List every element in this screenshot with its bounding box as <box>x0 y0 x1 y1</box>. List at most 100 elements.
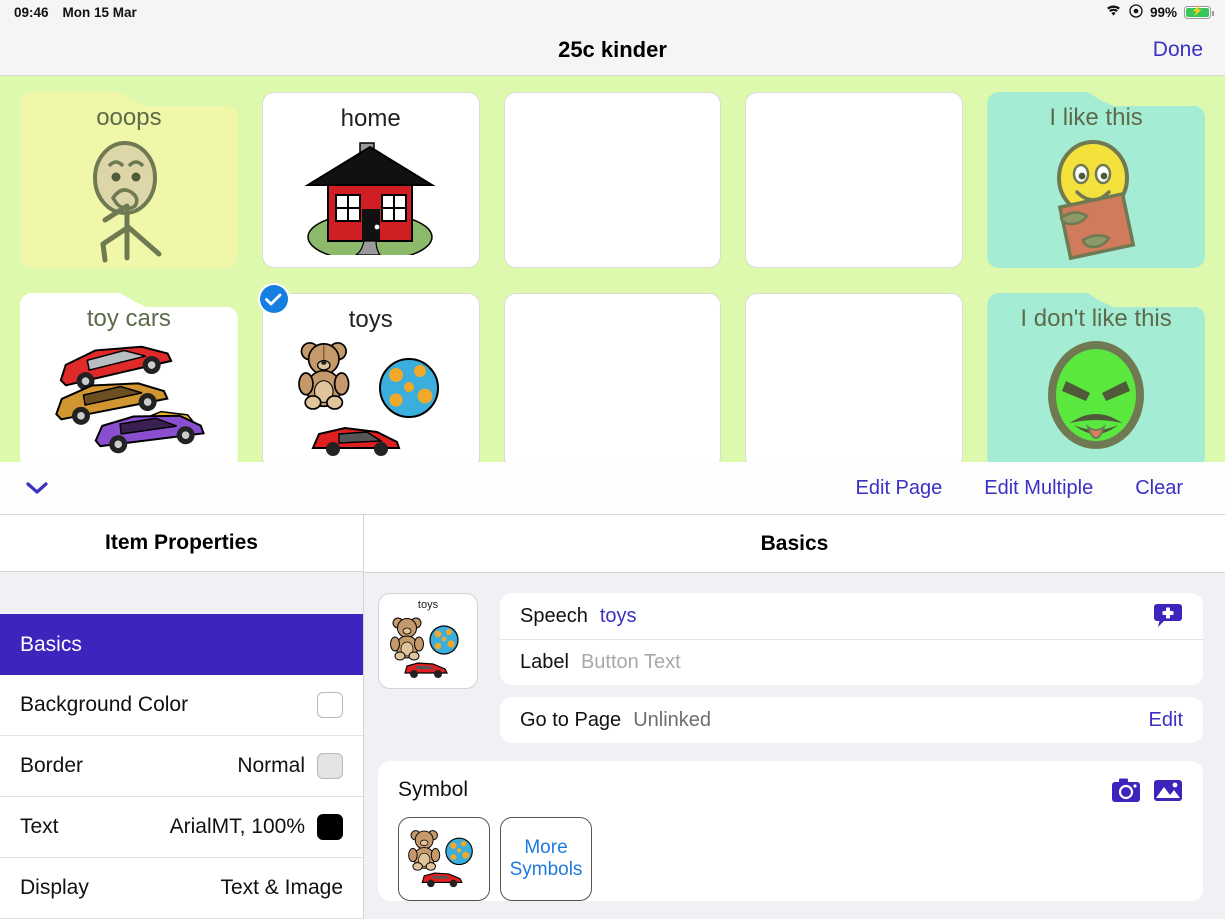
status-date: Mon 15 Mar <box>62 4 137 20</box>
wifi-icon <box>1105 4 1122 20</box>
label-key: Label <box>520 651 569 673</box>
board-cell-wrapper: ooops <box>8 84 250 285</box>
chevron-down-icon[interactable] <box>20 476 54 500</box>
basics-header: Basics <box>364 515 1225 573</box>
go-to-page-edit-button[interactable]: Edit <box>1149 709 1183 732</box>
speech-value[interactable]: toys <box>600 605 637 628</box>
more-symbols-label: More Symbols <box>509 837 583 880</box>
house-icon <box>263 131 479 267</box>
speech-row[interactable]: Speech toys <box>500 593 1203 639</box>
status-bar-left: 09:46 Mon 15 Mar <box>14 5 137 20</box>
speech-bubble-plus-icon[interactable] <box>1153 602 1183 630</box>
location-icon <box>1129 3 1143 21</box>
three-toy-cars-icon <box>20 331 238 462</box>
selected-check-icon[interactable] <box>259 285 288 313</box>
board-cell-wrapper <box>733 285 975 462</box>
basics-title: Basics <box>760 531 829 555</box>
board-cell-label: I like this <box>1049 104 1143 131</box>
color-swatch[interactable] <box>317 692 343 718</box>
property-value <box>317 692 343 718</box>
board-cell-wrapper <box>492 84 734 285</box>
board-cell-wrapper: home <box>250 84 492 285</box>
battery-charging-icon: ⚡ <box>1184 5 1214 19</box>
board-cell-wrapper: toy cars <box>8 285 250 462</box>
property-row-display[interactable]: Display Text & Image <box>0 858 363 919</box>
go-to-page-value: Unlinked <box>633 708 712 731</box>
board-cell-label: toy cars <box>86 305 171 332</box>
photo-library-icon[interactable] <box>1153 777 1183 803</box>
angry-face-icon <box>987 331 1205 462</box>
status-time: 09:46 <box>14 4 49 20</box>
clear-button[interactable]: Clear <box>1135 477 1183 500</box>
property-value-text: ArialMT, 100% <box>169 815 305 838</box>
person-covering-mouth-icon <box>20 130 238 268</box>
item-properties-title: Item Properties <box>105 531 258 555</box>
board-cell-toy-cars[interactable]: toy cars <box>20 293 238 462</box>
property-label: Basics <box>20 632 82 656</box>
go-to-page-row[interactable]: Go to Page Unlinked Edit <box>500 697 1203 743</box>
board-cell-empty[interactable] <box>745 293 964 462</box>
go-to-page-key: Go to Page <box>520 708 622 731</box>
done-button[interactable]: Done <box>1153 38 1203 62</box>
board-grid: ooops home I like this toy cars toys I d… <box>0 76 1225 462</box>
basics-top-row: toys Speech toys Label Button Text Go to… <box>378 593 1203 743</box>
board-cell-home[interactable]: home <box>261 92 480 268</box>
board-cell-empty[interactable] <box>503 92 722 268</box>
board-cell-wrapper: I don't like this <box>975 285 1217 462</box>
happy-face-card-icon <box>987 130 1205 268</box>
property-row-border[interactable]: Border Normal <box>0 736 363 797</box>
basics-body: toys Speech toys Label Button Text Go to… <box>364 573 1225 919</box>
property-value: Text & Image <box>220 876 343 900</box>
symbol-current-choice[interactable] <box>398 817 490 901</box>
property-value: Normal <box>237 753 343 779</box>
lower-panels: Item Properties Basics Background Color Bo… <box>0 515 1225 919</box>
go-to-page-card: Go to Page Unlinked Edit <box>500 697 1203 743</box>
property-value-text: Text & Image <box>220 876 343 899</box>
thumbnail-label: toys <box>417 599 439 611</box>
board-cell-wrapper: I like this <box>975 84 1217 285</box>
item-properties-list: Basics Background Color Border Normal Text Ar… <box>0 614 363 919</box>
property-row-background-color[interactable]: Background Color <box>0 675 363 736</box>
bear-ball-car-icon <box>263 332 479 462</box>
title-bar: 25c kinder Done <box>0 24 1225 76</box>
cell-grid: ooops home I like this toy cars toys I d… <box>0 76 1225 462</box>
color-swatch[interactable] <box>317 753 343 779</box>
symbol-card: Symbol More Symbols <box>378 761 1203 901</box>
item-properties-spacer <box>0 572 363 614</box>
property-value-text: Normal <box>237 754 305 777</box>
speech-label-card: Speech toys Label Button Text <box>500 593 1203 685</box>
status-bar-right: 99% ⚡ <box>1105 3 1214 21</box>
edit-page-button[interactable]: Edit Page <box>856 477 943 500</box>
board-cell-label: I don't like this <box>1020 305 1172 332</box>
board-cell-label: toys <box>348 306 393 333</box>
item-properties-panel: Item Properties Basics Background Color Bo… <box>0 515 364 919</box>
board-cell-toys[interactable]: toys <box>261 293 480 462</box>
board-cell-empty[interactable] <box>745 92 964 268</box>
symbol-choices: More Symbols <box>398 817 1183 901</box>
label-row[interactable]: Label Button Text <box>500 639 1203 685</box>
board-cell-i-like-this[interactable]: I like this <box>987 92 1205 268</box>
property-row-text[interactable]: Text ArialMT, 100% <box>0 797 363 858</box>
board-cell-wrapper <box>492 285 734 462</box>
board-cell-wrapper: toys <box>250 285 492 462</box>
status-bar: 09:46 Mon 15 Mar 99% ⚡ <box>0 0 1225 24</box>
symbol-actions <box>1111 777 1183 803</box>
more-symbols-button[interactable]: More Symbols <box>500 817 592 901</box>
edit-toolbar-links: Edit Page Edit Multiple Clear <box>856 477 1205 500</box>
board-cell-ooops[interactable]: ooops <box>20 92 238 268</box>
label-input-placeholder[interactable]: Button Text <box>581 651 681 674</box>
edit-multiple-button[interactable]: Edit Multiple <box>984 477 1093 500</box>
item-properties-header: Item Properties <box>0 515 363 573</box>
board-cell-empty[interactable] <box>503 293 722 462</box>
page-title: 25c kinder <box>558 36 667 62</box>
board-cell-label: ooops <box>96 104 162 131</box>
property-label: Border <box>20 754 84 777</box>
battery-percent: 99% <box>1149 4 1177 20</box>
property-row-basics[interactable]: Basics <box>0 614 363 675</box>
bear-ball-car-icon <box>389 611 467 686</box>
camera-icon[interactable] <box>1111 777 1141 803</box>
color-swatch[interactable] <box>317 814 343 840</box>
board-cell-i-don-t-like-this[interactable]: I don't like this <box>987 293 1205 462</box>
button-preview-thumbnail[interactable]: toys <box>378 593 478 689</box>
property-label: Text <box>20 815 59 838</box>
